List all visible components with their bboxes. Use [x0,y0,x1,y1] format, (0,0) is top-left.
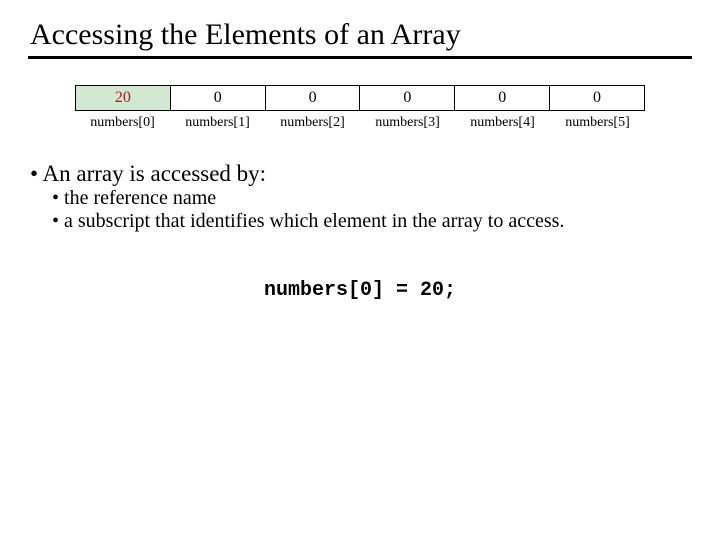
array-label-4: numbers[4] [455,115,550,131]
bullet-sub-2: a subscript that identifies which elemen… [52,210,692,233]
array-cell-2: 0 [266,85,361,111]
body-text: An array is accessed by: the reference n… [28,161,692,233]
array-cell-3: 0 [360,85,455,111]
array-label-0: numbers[0] [75,115,170,131]
page-title: Accessing the Elements of an Array [30,18,692,52]
code-sample: numbers[0] = 20; [28,279,692,302]
array-label-5: numbers[5] [550,115,645,131]
bullet-sub-1: the reference name [52,187,692,210]
slide: Accessing the Elements of an Array 20 0 … [0,0,720,540]
array-label-1: numbers[1] [170,115,265,131]
array-cell-4: 0 [455,85,550,111]
array-cell-5: 0 [550,85,645,111]
bullet-lead-text: An array is accessed by: [43,161,267,186]
array-cell-0: 20 [75,85,171,111]
array-cell-1: 0 [171,85,266,111]
array-label-3: numbers[3] [360,115,455,131]
array-cells-row: 20 0 0 0 0 0 [75,85,645,111]
title-divider [28,56,692,59]
array-label-2: numbers[2] [265,115,360,131]
array-labels-row: numbers[0] numbers[1] numbers[2] numbers… [75,115,645,131]
array-diagram: 20 0 0 0 0 0 numbers[0] numbers[1] numbe… [75,85,645,131]
bullet-lead: An array is accessed by: the reference n… [30,161,692,233]
